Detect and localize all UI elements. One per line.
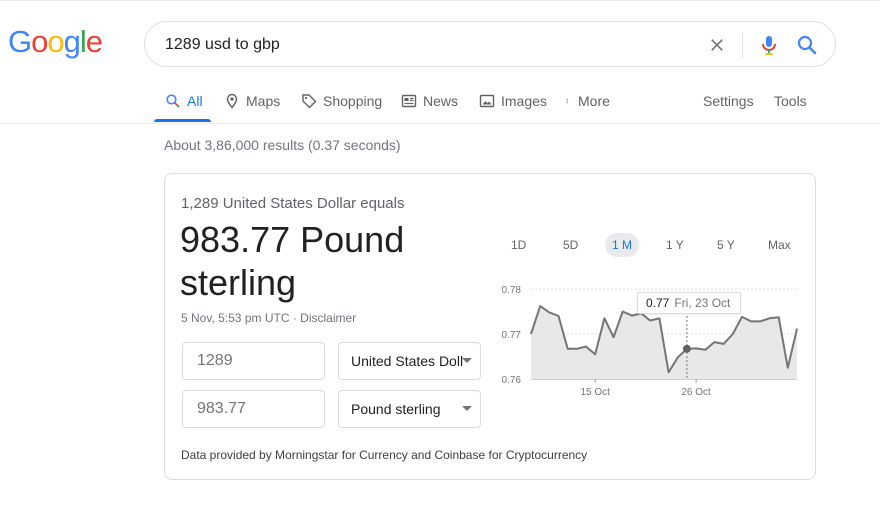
tab-more-label: More bbox=[578, 93, 610, 109]
search-divider bbox=[742, 32, 743, 58]
range-tab-1y[interactable]: 1 Y bbox=[659, 233, 691, 257]
tab-images-label: Images bbox=[501, 93, 547, 109]
to-currency-select[interactable]: Pound sterling bbox=[338, 390, 481, 428]
tools-label: Tools bbox=[774, 93, 807, 109]
logo-letter: g bbox=[63, 24, 81, 59]
range-tab-1m[interactable]: 1 M bbox=[605, 233, 640, 257]
clear-icon[interactable] bbox=[707, 35, 727, 55]
to-amount-value: 983.77 bbox=[197, 400, 246, 417]
y-tick-label: 0.77 bbox=[502, 330, 522, 341]
conversion-timestamp: 5 Nov, 5:53 pm UTC · Disclaimer bbox=[181, 311, 356, 325]
settings-link[interactable]: Settings bbox=[703, 80, 754, 122]
microphone-icon[interactable] bbox=[757, 33, 781, 57]
from-amount-value: 1289 bbox=[197, 352, 233, 369]
x-tick-label: 15 Oct bbox=[580, 387, 610, 398]
range-tab-1d[interactable]: 1D bbox=[504, 233, 533, 257]
conversion-result-unit: sterling bbox=[180, 262, 297, 303]
x-tick-label: 26 Oct bbox=[681, 387, 711, 398]
newspaper-icon bbox=[401, 94, 417, 108]
range-tab-5y[interactable]: 5 Y bbox=[710, 233, 742, 257]
tab-all-label: All bbox=[187, 93, 203, 109]
timestamp-separator: · bbox=[292, 311, 297, 325]
settings-label: Settings bbox=[703, 93, 754, 109]
disclaimer-link[interactable]: Disclaimer bbox=[300, 311, 356, 325]
data-provider-note: Data provided by Morningstar for Currenc… bbox=[181, 448, 588, 462]
y-tick-label: 0.78 bbox=[502, 285, 522, 296]
from-currency-value: United States Dollar bbox=[351, 353, 463, 369]
tab-all[interactable]: All bbox=[165, 80, 203, 122]
more-vert-icon bbox=[566, 98, 568, 104]
tab-more[interactable]: More bbox=[566, 80, 610, 122]
currency-converter-card: 1,289 United States Dollar equals 983.77… bbox=[164, 173, 816, 480]
tab-news[interactable]: News bbox=[401, 80, 458, 122]
search-input[interactable] bbox=[165, 34, 685, 56]
image-icon bbox=[479, 94, 495, 108]
top-border bbox=[0, 0, 880, 1]
from-currency-select[interactable]: United States Dollar bbox=[338, 342, 481, 380]
range-tab-5d[interactable]: 5D bbox=[556, 233, 585, 257]
dropdown-caret-icon bbox=[462, 358, 472, 363]
logo-letter: e bbox=[85, 24, 103, 59]
tabs-divider bbox=[0, 123, 880, 124]
tools-link[interactable]: Tools bbox=[774, 80, 807, 122]
tab-shopping-label: Shopping bbox=[323, 93, 383, 109]
logo-letter: o bbox=[47, 24, 64, 59]
dropdown-caret-icon bbox=[462, 406, 472, 411]
search-icon[interactable] bbox=[795, 33, 819, 57]
tooltip-value: 0.77 bbox=[646, 296, 670, 310]
logo-letter: o bbox=[31, 24, 48, 59]
chart-tooltip: 0.77 Fri, 23 Oct bbox=[637, 292, 741, 314]
from-amount-input[interactable]: 1289 bbox=[182, 342, 325, 380]
hover-point bbox=[682, 344, 691, 353]
tab-shopping[interactable]: Shopping bbox=[301, 80, 382, 122]
conversion-equals-text: 1,289 United States Dollar equals bbox=[181, 195, 405, 212]
tooltip-date: Fri, 23 Oct bbox=[674, 296, 731, 310]
search-icon bbox=[166, 94, 180, 108]
search-tabs: All Maps Shopping News Images More Setti… bbox=[0, 80, 880, 124]
to-amount-input[interactable]: 983.77 bbox=[182, 390, 325, 428]
conversion-result: 983.77 Pound bbox=[180, 219, 405, 260]
tab-news-label: News bbox=[423, 93, 459, 109]
tab-images[interactable]: Images bbox=[479, 80, 547, 122]
y-tick-label: 0.76 bbox=[502, 375, 522, 386]
logo-letter: G bbox=[8, 24, 32, 59]
tab-maps[interactable]: Maps bbox=[224, 80, 280, 122]
result-stats: About 3,86,000 results (0.37 seconds) bbox=[164, 137, 401, 153]
to-currency-value: Pound sterling bbox=[351, 401, 441, 417]
active-tab-indicator bbox=[154, 119, 211, 122]
tag-icon bbox=[302, 94, 317, 109]
range-tab-max[interactable]: Max bbox=[761, 233, 798, 257]
google-logo[interactable]: Google bbox=[8, 24, 103, 60]
search-box bbox=[144, 21, 836, 67]
map-pin-icon bbox=[226, 93, 238, 109]
tab-maps-label: Maps bbox=[246, 93, 281, 109]
timestamp-text: 5 Nov, 5:53 pm UTC bbox=[181, 311, 290, 325]
